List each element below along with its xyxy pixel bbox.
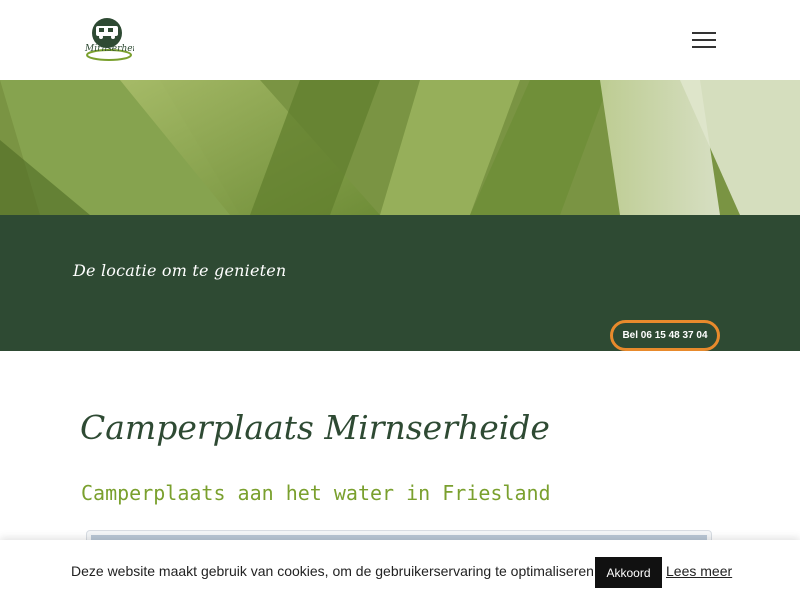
hero-tagline: De locatie om te genieten — [73, 261, 287, 280]
site-logo[interactable]: Mirnserheide — [82, 16, 147, 64]
page-subtitle: Camperplaats aan het water in Friesland — [81, 481, 551, 505]
svg-text:Mirnserheide: Mirnserheide — [84, 44, 134, 54]
read-more-link[interactable]: Lees meer — [666, 563, 732, 579]
camper-logo-icon: Mirnserheide — [84, 18, 147, 61]
call-button[interactable]: Bel 06 15 48 37 04 — [610, 320, 720, 351]
page-title: Camperplaats Mirnserheide — [80, 408, 550, 447]
hamburger-menu-icon[interactable] — [692, 30, 716, 50]
site-header: Mirnserheide — [0, 0, 800, 80]
grass-leaves-image — [0, 80, 800, 215]
hero-image — [0, 80, 800, 215]
cookie-message: Deze website maakt gebruik van cookies, … — [71, 563, 598, 579]
accept-cookies-button[interactable]: Akkoord — [595, 557, 662, 588]
